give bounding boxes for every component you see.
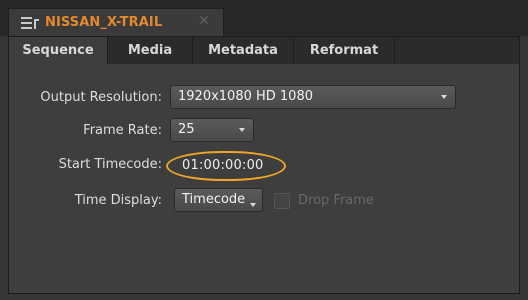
sequence-tab[interactable]: NISSAN_X-TRAIL ✕ <box>8 8 224 36</box>
chevron-down-icon <box>441 95 447 99</box>
tab-reformat[interactable]: Reformat <box>294 37 395 64</box>
top-tab-bar: NISSAN_X-TRAIL ✕ <box>0 0 528 36</box>
tab-metadata[interactable]: Metadata <box>193 37 294 64</box>
time-display-value: Timecode <box>182 192 246 207</box>
output-resolution-label: Output Resolution: <box>40 90 162 105</box>
frame-rate-label: Frame Rate: <box>83 123 162 138</box>
chevron-down-icon <box>239 128 245 132</box>
drop-frame-checkbox[interactable] <box>274 193 290 209</box>
chevron-down-icon <box>250 203 256 207</box>
close-icon[interactable]: ✕ <box>198 14 210 28</box>
time-display-label: Time Display: <box>74 193 162 208</box>
tab-sequence[interactable]: Sequence <box>9 37 108 64</box>
output-resolution-select[interactable]: 1920x1080 HD 1080 <box>170 85 456 109</box>
frame-rate-select[interactable]: 25 <box>170 118 254 142</box>
sequence-settings-window: NISSAN_X-TRAIL ✕ Sequence Media Metadata… <box>0 0 528 300</box>
time-display-select[interactable]: Timecode <box>174 188 263 212</box>
settings-tab-bar: Sequence Media Metadata Reformat <box>8 36 520 65</box>
start-timecode-label: Start Timecode: <box>58 157 162 172</box>
frame-rate-value: 25 <box>178 122 195 137</box>
sequence-icon <box>21 17 39 29</box>
output-resolution-value: 1920x1080 HD 1080 <box>178 89 313 104</box>
tab-media[interactable]: Media <box>108 37 193 64</box>
sequence-title: NISSAN_X-TRAIL <box>45 15 163 30</box>
start-timecode-field[interactable]: 01:00:00:00 <box>182 158 264 173</box>
drop-frame-label: Drop Frame <box>298 193 374 208</box>
